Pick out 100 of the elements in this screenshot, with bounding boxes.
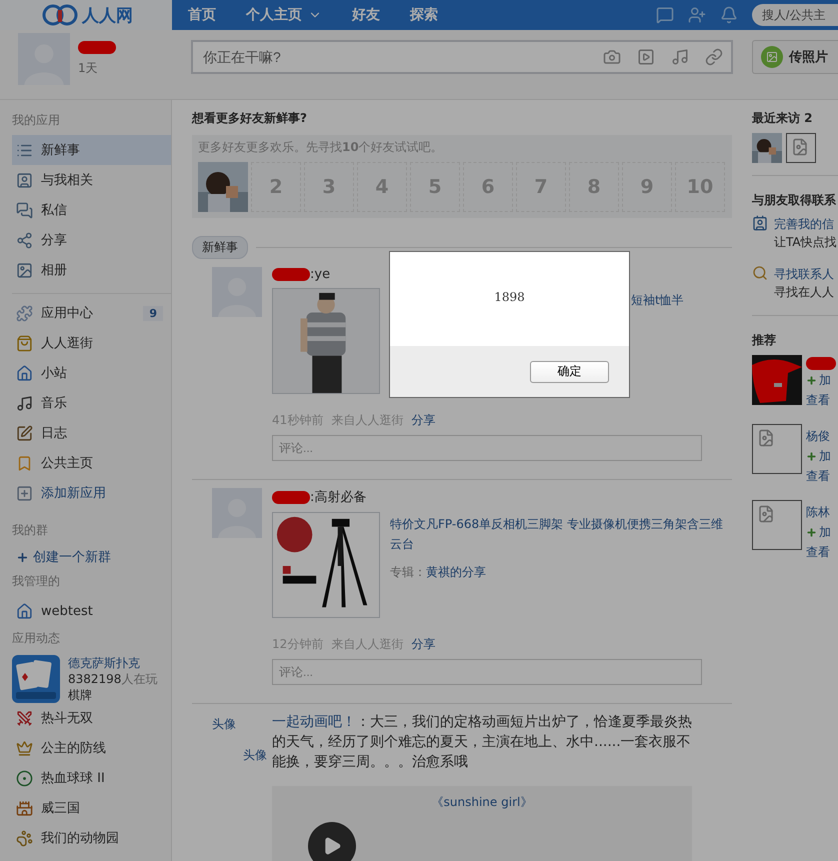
shopping-bag-icon bbox=[16, 334, 33, 352]
sidebar-item[interactable]: 分享 bbox=[12, 225, 171, 255]
prompt-title: 想看更多好友新鲜事? bbox=[192, 110, 308, 127]
music-icon bbox=[16, 394, 33, 412]
recommend-title: 推荐 bbox=[752, 332, 777, 349]
group-item[interactable]: webtest bbox=[12, 596, 171, 626]
logo[interactable]: 人人网 bbox=[82, 4, 133, 26]
game-name[interactable]: 德克萨斯扑克 bbox=[68, 655, 158, 671]
product-link[interactable]: 短袖t恤半 bbox=[631, 290, 684, 310]
share-link[interactable]: 分享 bbox=[411, 636, 436, 653]
sidebar-item[interactable]: 公共主页 bbox=[12, 448, 171, 478]
chat-bubbles-icon bbox=[16, 202, 33, 218]
view-profile-link[interactable]: 查看 bbox=[806, 466, 831, 486]
crown-icon bbox=[16, 740, 33, 756]
ok-button[interactable]: 确定 bbox=[530, 360, 609, 382]
sidebar-item[interactable]: 人人逛街 bbox=[12, 328, 171, 358]
game-category: 棋牌 bbox=[68, 687, 93, 703]
avatar-alt-text[interactable]: 头像 bbox=[212, 747, 272, 764]
house-icon bbox=[16, 364, 33, 382]
nav-link[interactable]: 首页 bbox=[188, 6, 216, 24]
sidebar-item[interactable]: 相册 bbox=[12, 255, 171, 285]
comment-field[interactable]: 评论... bbox=[272, 435, 702, 461]
product-link[interactable]: 特价文凡FP-668单反相机三脚架 专业摄像机便携三角架含三维云台 bbox=[390, 514, 732, 554]
view-profile-link[interactable]: 查看 bbox=[806, 542, 831, 562]
person-name[interactable]: 杨俊 bbox=[806, 426, 831, 446]
source-link[interactable]: 一起动画吧！ bbox=[272, 714, 356, 730]
card-game-icon[interactable] bbox=[12, 655, 60, 703]
bell-icon[interactable] bbox=[720, 6, 738, 24]
add-friend-link[interactable]: 加 bbox=[806, 522, 831, 542]
search-icon bbox=[752, 265, 768, 281]
video-player[interactable]: 《sunshine girl》 bbox=[272, 786, 692, 861]
video-icon[interactable] bbox=[637, 48, 655, 66]
avatar-alt-text[interactable]: 头像 bbox=[212, 716, 272, 733]
redaction-mark bbox=[806, 357, 836, 370]
sidebar-item[interactable]: 日志 bbox=[12, 418, 171, 448]
nav-link[interactable]: 个人主页 bbox=[246, 6, 322, 24]
status-field[interactable]: 你正在干嘛? bbox=[191, 40, 733, 74]
comment-field[interactable]: 评论... bbox=[272, 659, 702, 685]
search-field[interactable]: 搜人/公共主 bbox=[752, 4, 838, 26]
add-friend-link[interactable]: 加 bbox=[806, 446, 831, 466]
photo-icon bbox=[761, 46, 783, 68]
section-heading: 我的群 bbox=[12, 522, 49, 539]
sidebar-item[interactable]: 音乐 bbox=[12, 388, 171, 418]
plus-icon bbox=[806, 450, 817, 462]
pen-icon bbox=[16, 424, 33, 442]
create-group-link[interactable]: 创建一个新群 bbox=[12, 545, 171, 569]
video-title[interactable]: 《sunshine girl》 bbox=[432, 794, 532, 811]
sidebar-item[interactable]: 应用中心 9 bbox=[12, 298, 171, 328]
feed-tab[interactable]: 新鲜事 bbox=[192, 236, 248, 259]
sidebar-item[interactable]: 与我相关 bbox=[12, 165, 171, 195]
game-item[interactable]: 威三国 bbox=[12, 793, 171, 823]
player-count: 8382198人在玩 bbox=[68, 671, 158, 687]
add-app-link[interactable]: 添加新应用 bbox=[12, 478, 171, 508]
play-button[interactable] bbox=[308, 822, 356, 861]
plus-icon bbox=[16, 550, 29, 564]
game-item[interactable]: 公主的防线 bbox=[12, 733, 171, 763]
post-time: 41秒钟前 bbox=[272, 412, 324, 429]
redaction-mark bbox=[78, 41, 116, 54]
person-name[interactable]: 陈林 bbox=[806, 502, 831, 522]
redaction-mark bbox=[272, 268, 310, 281]
section-heading: 我的应用 bbox=[12, 112, 61, 129]
broken-image-icon bbox=[786, 133, 816, 163]
add-friend-link[interactable]: 加 bbox=[806, 370, 836, 390]
castle-icon bbox=[16, 800, 33, 816]
section-heading: 我管理的 bbox=[12, 573, 61, 590]
link-icon[interactable] bbox=[705, 48, 723, 66]
paw-icon bbox=[16, 830, 33, 846]
share-link[interactable]: 分享 bbox=[411, 412, 436, 429]
sidebar-item[interactable]: 私信 bbox=[12, 195, 171, 225]
status-input[interactable]: 你正在干嘛? bbox=[201, 48, 587, 66]
view-profile-link[interactable]: 查看 bbox=[806, 390, 836, 410]
ball-icon bbox=[16, 770, 33, 786]
album-link[interactable]: 黄祺的分享 bbox=[426, 565, 486, 579]
nav-link[interactable]: 好友 bbox=[352, 6, 380, 24]
broken-image-icon bbox=[752, 424, 802, 474]
game-item[interactable]: 热斗无双 bbox=[12, 703, 171, 733]
sidebar-item[interactable]: 新鲜事 bbox=[12, 135, 171, 165]
share-icon bbox=[16, 232, 33, 248]
game-item[interactable]: 热血球球 II bbox=[12, 763, 171, 793]
post-source: 来自人人逛街 bbox=[331, 412, 404, 429]
house-icon bbox=[16, 602, 33, 620]
post-text: 一起动画吧！：大三，我们的定格动画短片出炉了，恰逢夏季最炎热的天气，经历了则个难忘的夏天，主演在地上、水中......一套衣服不能换，要穿三周。。。治愈系哦 bbox=[272, 713, 692, 772]
contact-link[interactable]: 寻找联系人 bbox=[774, 265, 834, 283]
contact-card-icon bbox=[752, 215, 768, 231]
photo-icon bbox=[16, 262, 33, 278]
upload-photo-button[interactable]: 传照片 bbox=[752, 40, 838, 74]
chat-icon[interactable] bbox=[656, 6, 674, 24]
person-card-icon bbox=[16, 172, 33, 188]
camera-icon[interactable] bbox=[603, 48, 621, 66]
post-source: 来自人人逛街 bbox=[331, 636, 404, 653]
contact-link[interactable]: 完善我的信 bbox=[774, 215, 837, 233]
nav-link[interactable]: 探索 bbox=[410, 6, 438, 24]
add-square-icon bbox=[16, 484, 33, 502]
contact-text: 寻找在人人 bbox=[774, 284, 834, 301]
game-item[interactable]: 我们的动物园 bbox=[12, 823, 171, 853]
post-title: :高射必备 bbox=[310, 489, 366, 506]
sidebar-item[interactable]: 小站 bbox=[12, 358, 171, 388]
music-icon[interactable] bbox=[671, 48, 689, 66]
joined-time: 1天 bbox=[78, 60, 99, 77]
add-person-icon[interactable] bbox=[688, 6, 706, 24]
